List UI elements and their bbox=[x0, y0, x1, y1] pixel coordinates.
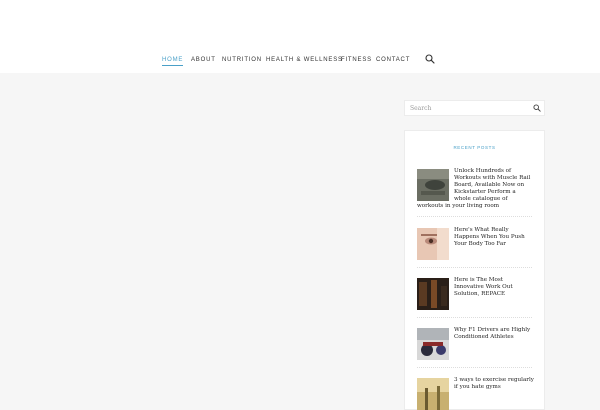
search-icon[interactable] bbox=[425, 54, 435, 64]
recent-posts-widget: RECENT POSTS Unlock Hundreds of Workouts… bbox=[404, 130, 545, 410]
post-thumbnail[interactable] bbox=[417, 378, 449, 410]
nav-item-about[interactable]: ABOUT bbox=[191, 56, 216, 64]
sidebar-search bbox=[404, 100, 545, 116]
main-nav: HOME ABOUT NUTRITION HEALTH & WELLNESS F… bbox=[0, 56, 600, 68]
post-thumbnail[interactable] bbox=[417, 328, 449, 360]
recent-post-item[interactable]: Here is The Most Innovative Work Out Sol… bbox=[417, 277, 534, 310]
nav-item-nutrition[interactable]: NUTRITION bbox=[222, 56, 262, 64]
search-icon[interactable] bbox=[533, 104, 541, 112]
nav-item-contact[interactable]: CONTACT bbox=[376, 56, 410, 64]
nav-item-fitness[interactable]: FITNESS bbox=[341, 56, 372, 64]
recent-post-item[interactable]: Here's What Really Happens When You Push… bbox=[417, 227, 534, 260]
nav-item-home[interactable]: HOME bbox=[162, 56, 184, 66]
nav-item-health-wellness[interactable]: HEALTH & WELLNESS bbox=[266, 56, 343, 64]
recent-post-item[interactable]: Unlock Hundreds of Workouts with Muscle … bbox=[417, 168, 534, 210]
recent-post-item[interactable]: Why F1 Drivers are Highly Conditioned At… bbox=[417, 327, 534, 360]
recent-post-item[interactable]: 3 ways to exercise regularly if you hate… bbox=[417, 377, 534, 410]
post-thumbnail[interactable] bbox=[417, 228, 449, 260]
widget-title: RECENT POSTS bbox=[453, 145, 496, 150]
divider bbox=[417, 367, 532, 368]
site-header: HOME ABOUT NUTRITION HEALTH & WELLNESS F… bbox=[0, 0, 600, 73]
divider bbox=[417, 216, 532, 217]
search-input[interactable] bbox=[405, 101, 530, 115]
divider bbox=[417, 317, 532, 318]
divider bbox=[417, 267, 532, 268]
post-thumbnail[interactable] bbox=[417, 169, 449, 201]
post-thumbnail[interactable] bbox=[417, 278, 449, 310]
